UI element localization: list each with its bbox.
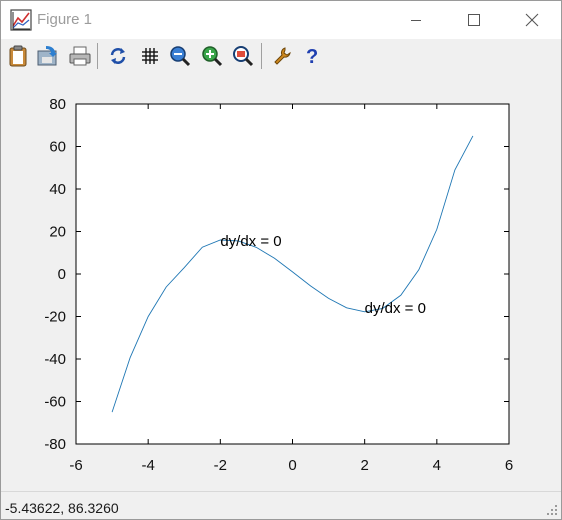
copy-clipboard-icon	[9, 45, 27, 67]
y-tick-label: 60	[49, 139, 66, 156]
toolbar-separator	[261, 43, 262, 69]
figure-app-icon	[10, 9, 32, 31]
refresh-icon	[110, 48, 126, 64]
title-bar: Figure 1	[1, 1, 561, 39]
maximize-icon	[468, 14, 480, 26]
y-tick-label: 20	[49, 224, 66, 241]
minimize-icon	[411, 20, 421, 21]
maximize-button[interactable]	[451, 1, 497, 39]
x-tick-label: -2	[214, 457, 227, 474]
x-tick-label: 6	[505, 457, 513, 474]
x-tick-label: 2	[360, 457, 368, 474]
annotation-label: dy/dx = 0	[365, 300, 426, 317]
settings-wrench-icon	[274, 47, 291, 65]
toolbar: ?	[1, 39, 561, 73]
zoom-out-button[interactable]	[167, 43, 193, 69]
y-tick-label: 40	[49, 181, 66, 198]
axes-face	[76, 104, 509, 444]
y-tick-label: -20	[44, 309, 66, 326]
grid-button[interactable]	[137, 43, 163, 69]
close-icon	[525, 13, 539, 27]
close-button[interactable]	[509, 1, 555, 39]
zoom-in-button[interactable]	[199, 43, 225, 69]
zoom-out-icon	[170, 46, 191, 67]
print-icon	[69, 46, 91, 66]
plot-area[interactable]: -6 -4 -2 0 2 4 6 80 60 40 20 0 -20 -40 -60 -80 dy/dx = 0…	[1, 73, 561, 491]
x-tick-label: -4	[141, 457, 154, 474]
y-tick-label: -80	[44, 436, 66, 453]
chart-canvas[interactable]: -6 -4 -2 0 2 4 6806040200-20-40-60-80dy/dx = 0…	[1, 73, 561, 491]
x-tick-label: 0	[288, 457, 296, 474]
zoom-in-icon	[202, 46, 223, 67]
resize-grip-icon[interactable]	[547, 505, 557, 515]
status-bar: -5.43622, 86.3260	[1, 491, 561, 519]
toolbar-separator	[97, 43, 98, 69]
y-tick-label: -40	[44, 351, 66, 368]
save-button[interactable]	[35, 43, 61, 69]
help-icon: ?	[306, 46, 318, 67]
help-button[interactable]: ?	[300, 43, 326, 69]
y-tick-label: 80	[49, 96, 66, 113]
zoom-box-icon	[233, 46, 254, 67]
annotation-label: dy/dx = 0	[220, 233, 281, 250]
x-tick-label: -6	[69, 457, 82, 474]
x-tick-label: 4	[433, 457, 441, 474]
cursor-coordinates: -5.43622, 86.3260	[5, 500, 119, 516]
figure-window: Figure 1 ? -6 -4 -2 0 2 4 6 80 60 40 20 …	[0, 0, 562, 520]
zoom-box-button[interactable]	[230, 43, 256, 69]
settings-button[interactable]	[269, 43, 295, 69]
y-tick-label: 0	[58, 266, 66, 283]
copy-clipboard-button[interactable]	[5, 43, 31, 69]
save-icon	[37, 46, 57, 66]
refresh-button[interactable]	[105, 43, 131, 69]
print-button[interactable]	[67, 43, 93, 69]
window-title: Figure 1	[37, 11, 93, 28]
y-tick-label: -60	[44, 394, 66, 411]
minimize-button[interactable]	[393, 1, 439, 39]
svg-text:?: ?	[306, 46, 318, 67]
grid-icon	[142, 48, 158, 64]
